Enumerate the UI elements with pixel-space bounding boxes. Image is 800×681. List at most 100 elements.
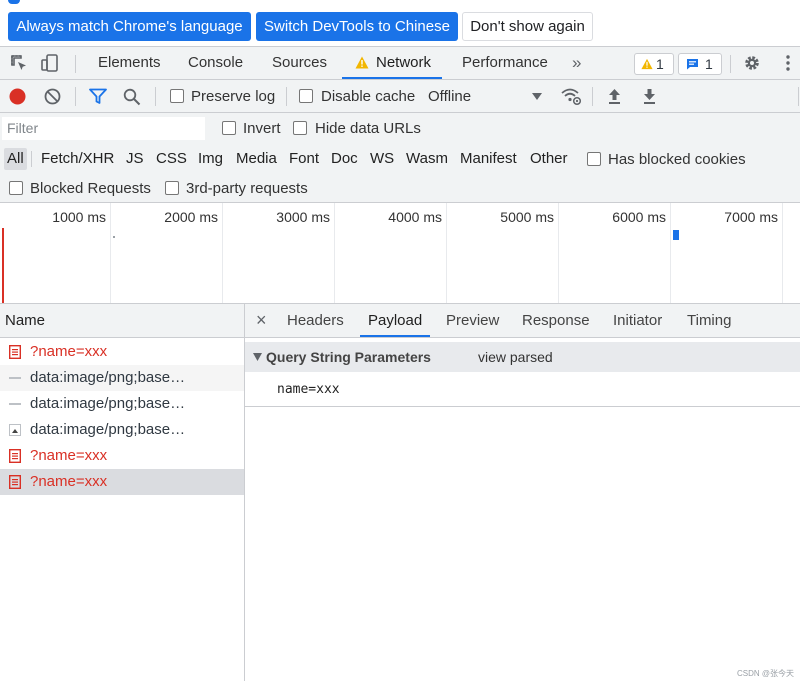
- request-row-selected[interactable]: ?name=xxx: [0, 469, 244, 495]
- type-filter-other[interactable]: Other: [527, 148, 571, 170]
- close-icon[interactable]: ×: [256, 304, 267, 337]
- resource-type-filters: All Fetch/XHR JS CSS Img Media Font Doc …: [0, 144, 800, 174]
- request-name: data:image/png;base…: [30, 395, 186, 412]
- dropdown-arrow-icon[interactable]: [532, 93, 542, 100]
- hide-data-urls-checkbox[interactable]: [293, 121, 307, 135]
- filter-input[interactable]: Filter: [2, 117, 205, 140]
- disable-cache-checkbox[interactable]: [299, 89, 313, 103]
- timeline-gridline: [558, 203, 559, 303]
- timeline-gridline: [446, 203, 447, 303]
- query-string-section-header[interactable]: Query String Parameters view parsed: [245, 342, 800, 372]
- invert-label: Invert: [243, 120, 281, 137]
- timeline-tick-label: 1000 ms: [52, 209, 106, 225]
- language-infobar: Always match Chrome's language Switch De…: [0, 0, 800, 46]
- timeline-gridline: [334, 203, 335, 303]
- type-filter-fetch-xhr[interactable]: Fetch/XHR: [38, 148, 117, 170]
- message-icon: [687, 59, 698, 70]
- throttling-select[interactable]: Offline: [428, 88, 471, 105]
- request-name: ?name=xxx: [30, 447, 108, 464]
- type-filter-css[interactable]: CSS: [153, 148, 190, 170]
- preserve-log-label: Preserve log: [191, 88, 276, 105]
- tab-performance[interactable]: Performance: [462, 47, 548, 79]
- requests-list: Name ?name=xxx data:image/png;base… data…: [0, 304, 245, 681]
- toolbar-divider: [75, 87, 76, 106]
- devtools-tab-bar: Elements Console Sources Network Perform…: [0, 46, 800, 80]
- match-language-button[interactable]: Always match Chrome's language: [8, 12, 251, 41]
- filter-icon[interactable]: [89, 88, 107, 105]
- request-row[interactable]: ?name=xxx: [0, 443, 244, 469]
- import-har-icon[interactable]: [607, 87, 622, 105]
- network-conditions-icon[interactable]: [560, 86, 582, 106]
- request-row[interactable]: data:image/png;base…: [0, 391, 244, 417]
- tab-divider: [75, 55, 76, 73]
- tab-payload[interactable]: Payload: [360, 304, 431, 337]
- switch-to-chinese-button[interactable]: Switch DevTools to Chinese: [256, 12, 458, 41]
- detail-tab-bar: × Headers Payload Preview Response Initi…: [245, 304, 800, 338]
- filter-bar: Filter Invert Hide data URLs: [0, 113, 800, 144]
- more-tabs-icon[interactable]: »: [572, 47, 581, 79]
- network-overview-timeline[interactable]: 1000 ms 2000 ms 3000 ms 4000 ms 5000 ms …: [0, 203, 800, 304]
- blocked-requests-checkbox[interactable]: [9, 181, 23, 195]
- triangle-down-icon: [253, 353, 262, 361]
- gear-icon[interactable]: [742, 53, 762, 73]
- third-party-checkbox[interactable]: [165, 181, 179, 195]
- preserve-log-checkbox[interactable]: [170, 89, 184, 103]
- tab-initiator[interactable]: Initiator: [613, 304, 662, 337]
- tab-divider: [730, 55, 731, 73]
- record-icon[interactable]: [9, 88, 26, 105]
- timeline-gridline: [782, 203, 783, 303]
- timeline-tick-label: 6000 ms: [612, 209, 666, 225]
- timeline-request-bar: [673, 230, 679, 240]
- section-title: Query String Parameters: [266, 349, 431, 365]
- type-filter-doc[interactable]: Doc: [328, 148, 361, 170]
- invert-checkbox[interactable]: [222, 121, 236, 135]
- has-blocked-cookies-checkbox[interactable]: [587, 152, 601, 166]
- search-icon[interactable]: [123, 88, 141, 106]
- clear-icon[interactable]: [44, 88, 61, 105]
- type-filter-font[interactable]: Font: [286, 148, 322, 170]
- tab-headers[interactable]: Headers: [287, 304, 344, 337]
- warnings-count: 1: [656, 56, 664, 72]
- toolbar-divider: [286, 87, 287, 106]
- toolbar-divider: [798, 87, 799, 106]
- timeline-tick-label: 7000 ms: [724, 209, 778, 225]
- tab-sources[interactable]: Sources: [272, 47, 327, 79]
- export-har-icon[interactable]: [642, 87, 657, 105]
- device-toolbar-icon[interactable]: [40, 53, 60, 73]
- warning-icon: [641, 58, 653, 70]
- infobar-top-accent: [8, 0, 20, 4]
- tab-response[interactable]: Response: [522, 304, 590, 337]
- type-filter-wasm[interactable]: Wasm: [403, 148, 451, 170]
- tab-elements[interactable]: Elements: [98, 47, 161, 79]
- tab-network[interactable]: Network: [342, 47, 443, 79]
- watermark-text: CSDN @张今天: [736, 669, 794, 678]
- document-icon: [9, 475, 21, 489]
- type-filter-js[interactable]: JS: [123, 148, 147, 170]
- name-column-header[interactable]: Name: [0, 304, 244, 338]
- timeline-tick-label: 4000 ms: [388, 209, 442, 225]
- view-parsed-toggle[interactable]: view parsed: [478, 342, 553, 372]
- type-filter-img[interactable]: Img: [195, 148, 226, 170]
- document-icon: [9, 449, 21, 463]
- timeline-gridline: [222, 203, 223, 303]
- tab-timing[interactable]: Timing: [687, 304, 731, 337]
- type-filter-all[interactable]: All: [4, 148, 27, 170]
- has-blocked-cookies-label: Has blocked cookies: [608, 151, 746, 168]
- type-filter-manifest[interactable]: Manifest: [457, 148, 520, 170]
- tab-console[interactable]: Console: [188, 47, 243, 79]
- kebab-menu-icon[interactable]: [778, 53, 798, 73]
- type-filter-media[interactable]: Media: [233, 148, 280, 170]
- request-row[interactable]: ?name=xxx: [0, 339, 244, 365]
- dont-show-again-button[interactable]: Don't show again: [462, 12, 593, 41]
- inspect-element-icon[interactable]: [9, 53, 29, 73]
- warnings-badge[interactable]: 1: [634, 53, 674, 75]
- request-row[interactable]: data:image/png;base…: [0, 417, 244, 443]
- request-name: ?name=xxx: [30, 343, 108, 360]
- type-filter-ws[interactable]: WS: [367, 148, 397, 170]
- third-party-label: 3rd-party requests: [186, 180, 308, 197]
- request-detail-panel: × Headers Payload Preview Response Initi…: [245, 304, 800, 681]
- tab-preview[interactable]: Preview: [446, 304, 499, 337]
- timeline-tick-label: 3000 ms: [276, 209, 330, 225]
- request-row[interactable]: data:image/png;base…: [0, 365, 244, 391]
- messages-badge[interactable]: 1: [678, 53, 722, 75]
